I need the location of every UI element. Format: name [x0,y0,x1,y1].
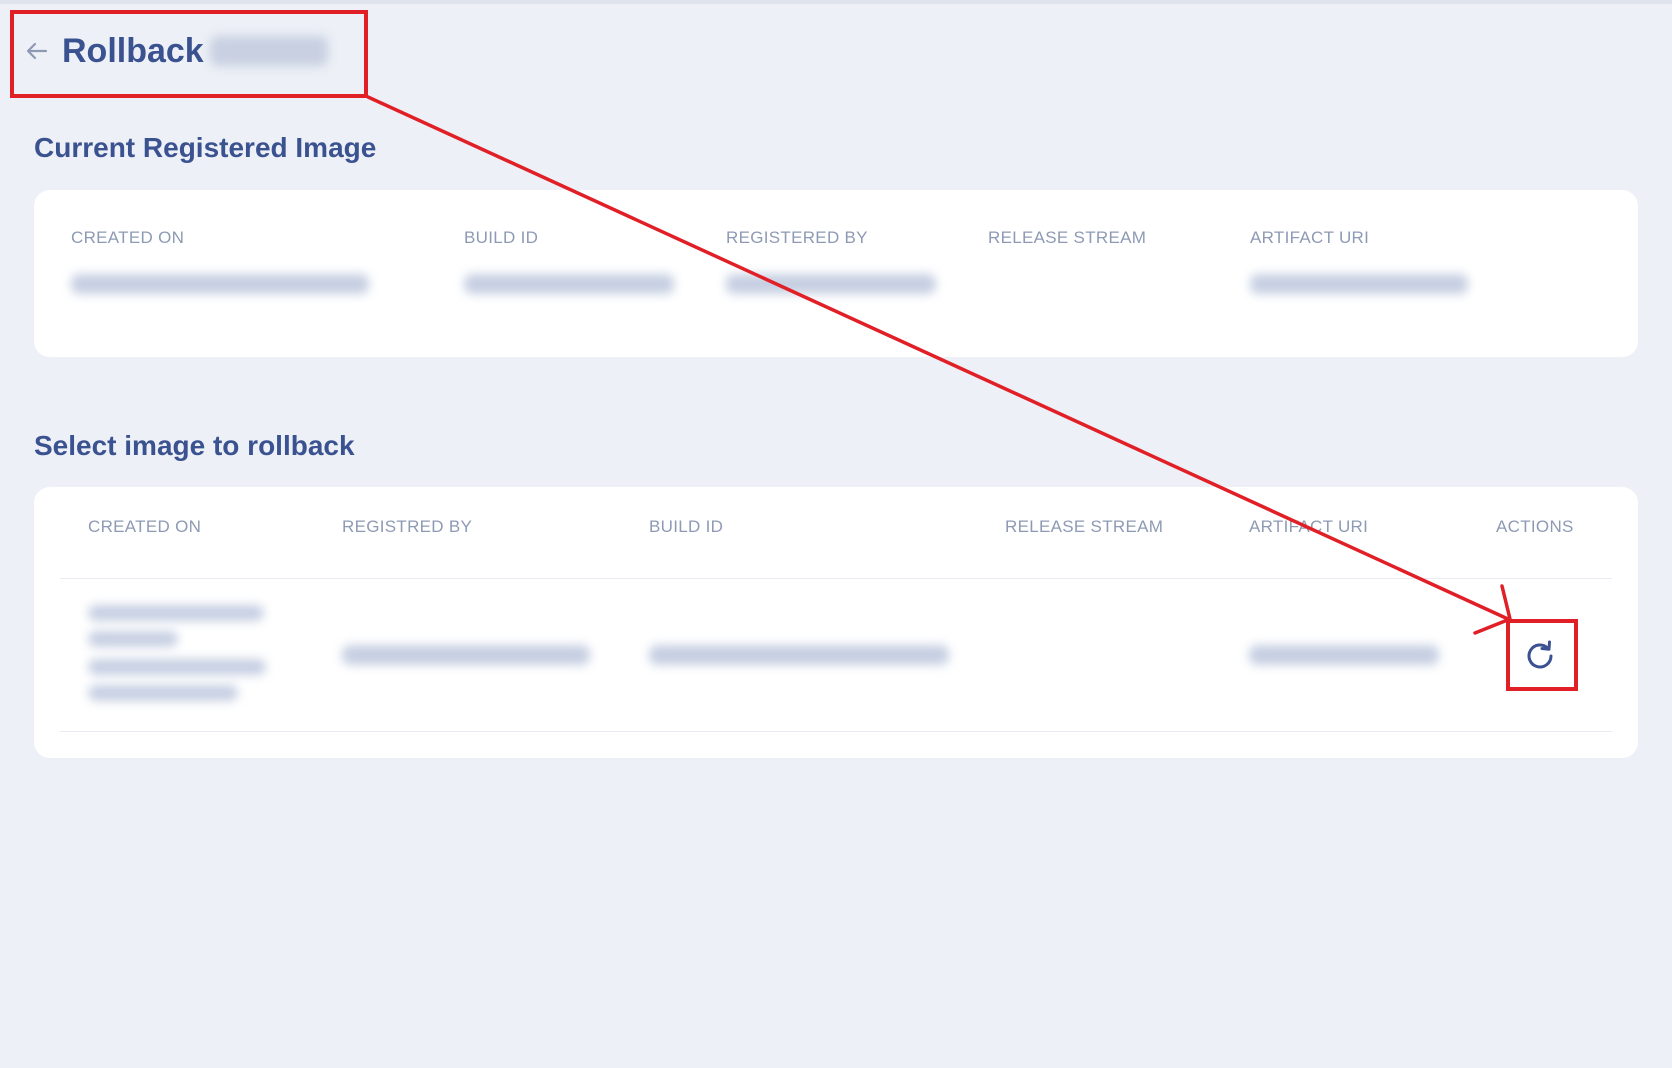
rotate-cw-icon [1527,640,1553,669]
redacted-created-on [71,274,369,294]
current-image-card: CREATED ON BUILD ID REGISTERED BY RELEAS… [34,190,1638,357]
col-created-on: CREATED ON [71,228,185,247]
redacted-registered-by [726,274,936,294]
col-registred-by: REGISTRED BY [342,517,473,536]
redacted-build-id [649,645,949,665]
row-divider [60,731,1612,732]
rollback-button[interactable] [1511,627,1569,685]
redacted-app-name [209,36,328,66]
col-release-stream: RELEASE STREAM [1005,517,1164,536]
select-image-section-title: Select image to rollback [34,430,355,461]
redacted-created-on-line [88,631,178,647]
header-divider [60,578,1612,579]
redacted-created-on-line [88,685,238,701]
redacted-registered-by [342,645,590,665]
top-border [0,0,1672,4]
page-header: Rollback [24,24,328,78]
col-release-stream: RELEASE STREAM [988,228,1147,247]
col-build-id: BUILD ID [464,228,539,247]
redacted-build-id [464,274,674,294]
col-build-id: BUILD ID [649,517,724,536]
redacted-artifact-uri [1250,274,1468,294]
col-artifact-uri: ARTIFACT URI [1249,517,1369,536]
col-actions: ACTIONS [1496,517,1574,536]
col-created-on: CREATED ON [88,517,202,536]
redacted-created-on-line [88,605,264,621]
col-registered-by: REGISTERED BY [726,228,868,247]
redacted-created-on-line [88,659,266,675]
col-artifact-uri: ARTIFACT URI [1250,228,1370,247]
arrow-left-icon[interactable] [24,38,50,64]
rollback-table-card: CREATED ON REGISTRED BY BUILD ID RELEASE… [34,487,1638,758]
current-image-section-title: Current Registered Image [34,132,377,163]
redacted-artifact-uri [1249,645,1439,665]
page-title: Rollback [62,31,204,70]
